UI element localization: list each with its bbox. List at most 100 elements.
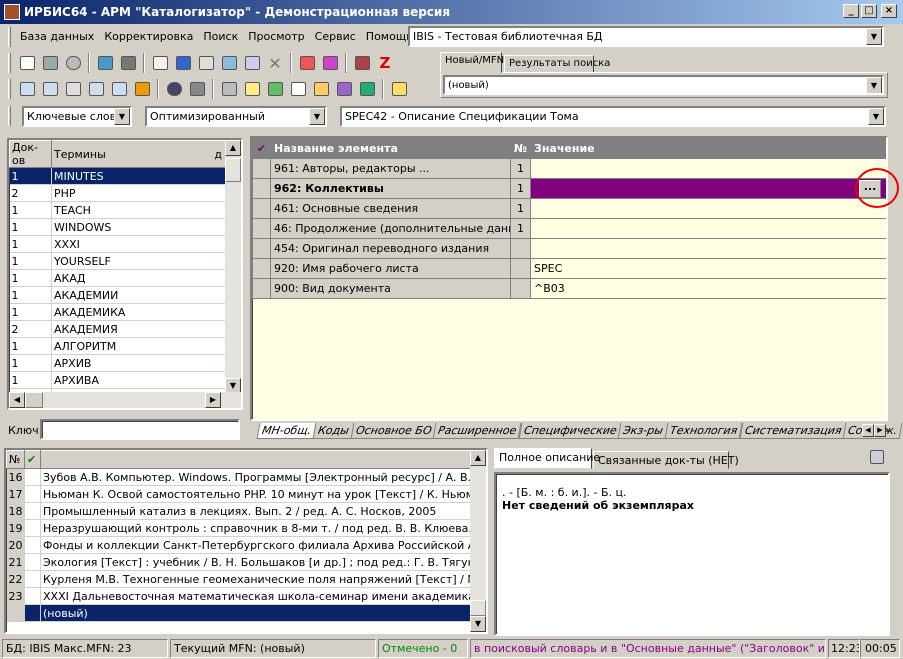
terms-hscroll[interactable]: ◀ ▶ bbox=[9, 392, 241, 408]
hscroll-thumb[interactable] bbox=[25, 392, 43, 408]
element-value[interactable] bbox=[530, 198, 886, 219]
database-select[interactable]: IBIS - Тестовая библиотечная БД ▼ bbox=[408, 26, 884, 47]
record-row[interactable]: 23 XXXI Дальневосточная математическая шк… bbox=[6, 587, 473, 605]
term-row[interactable]: 2 АКАДЕМИЯ bbox=[9, 320, 226, 338]
check-icon[interactable]: ✔ bbox=[252, 138, 271, 159]
tab-new-mfn[interactable]: Новый/MFN bbox=[440, 52, 504, 73]
stats-button[interactable] bbox=[310, 78, 332, 100]
term-row[interactable]: 1 АРХИВ bbox=[9, 354, 226, 372]
term-row[interactable]: 1 АЛГОРИТМ bbox=[9, 337, 226, 355]
chevron-down-icon[interactable]: ▼ bbox=[866, 77, 882, 93]
element-row[interactable]: 46: Продолжение (дополнительные данные) 1 bbox=[252, 218, 886, 239]
prev-record-button[interactable] bbox=[94, 52, 116, 74]
worksheet-tab[interactable]: Экз-ры bbox=[618, 423, 669, 439]
element-row[interactable]: 961: Авторы, редакторы ... 1 bbox=[252, 158, 886, 179]
batch-button[interactable] bbox=[351, 52, 373, 74]
worksheet-tab[interactable]: Основное БО bbox=[350, 423, 437, 439]
record-check[interactable] bbox=[24, 536, 41, 554]
print-button[interactable] bbox=[195, 52, 217, 74]
element-num-header[interactable]: № bbox=[510, 138, 531, 159]
element-value[interactable] bbox=[530, 218, 886, 239]
record-row[interactable]: 21 Экология [Текст] : учебник / В. Н. Бол… bbox=[6, 553, 473, 571]
record-row[interactable]: 17 Ньюман К. Освой самостоятельно PHP. 10… bbox=[6, 485, 473, 503]
chevron-down-icon[interactable]: ▼ bbox=[309, 108, 325, 125]
element-name[interactable]: 920: Имя рабочего листа bbox=[270, 258, 511, 279]
undo-button[interactable] bbox=[62, 52, 84, 74]
record-row[interactable]: 20 Фонды и коллекции Санкт-Петербургского… bbox=[6, 536, 473, 554]
menu-edit[interactable]: Корректировка bbox=[99, 27, 198, 47]
pages-button[interactable] bbox=[186, 78, 208, 100]
import-button[interactable] bbox=[296, 52, 318, 74]
worksheet-tab[interactable]: Расширенное bbox=[433, 423, 523, 439]
terms-term-header[interactable]: Термины д bbox=[51, 140, 226, 168]
record-check[interactable] bbox=[24, 587, 41, 605]
tab-scroll-right-icon[interactable]: ▶ bbox=[874, 424, 886, 437]
records-text-header[interactable] bbox=[40, 450, 473, 469]
worksheet-select[interactable]: SPEC42 - Описание Спецификации Тома ▼ bbox=[340, 106, 886, 127]
term-row[interactable]: 2 PHP bbox=[9, 184, 226, 202]
docs-button[interactable] bbox=[287, 78, 309, 100]
element-row[interactable]: 920: Имя рабочего листа SPEC bbox=[252, 258, 886, 279]
menu-search[interactable]: Поиск bbox=[198, 27, 243, 47]
element-value-header[interactable]: Значение bbox=[530, 138, 886, 159]
term-row[interactable]: 1 XXXI bbox=[9, 235, 226, 253]
records-num-header[interactable]: № bbox=[6, 450, 25, 469]
tab-scroll-left-icon[interactable]: ◀ bbox=[862, 424, 874, 437]
record-row[interactable]: 18 Промышленный катализ в лекциях. Вып. 2… bbox=[6, 502, 473, 520]
element-row[interactable]: 461: Основные сведения 1 bbox=[252, 198, 886, 219]
pin-icon[interactable]: д bbox=[214, 148, 225, 161]
list-button[interactable] bbox=[218, 52, 240, 74]
element-name[interactable]: 454: Оригинал переводного издания bbox=[270, 238, 511, 259]
tool-e-button[interactable] bbox=[108, 78, 130, 100]
worksheet-tab[interactable]: Коды bbox=[312, 423, 355, 439]
term-row[interactable]: 1 MINUTES bbox=[9, 167, 226, 185]
element-name[interactable]: 900: Вид документа bbox=[270, 278, 511, 299]
element-name[interactable]: 961: Авторы, редакторы ... bbox=[270, 158, 511, 179]
element-name[interactable]: 461: Основные сведения bbox=[270, 198, 511, 219]
copy-button[interactable] bbox=[149, 52, 171, 74]
chevron-down-icon[interactable]: ▼ bbox=[868, 108, 884, 125]
worksheet-tab[interactable]: Технология bbox=[664, 423, 743, 439]
element-name[interactable]: 962: Коллективы bbox=[270, 178, 511, 199]
record-check[interactable] bbox=[24, 570, 41, 588]
chevron-down-icon[interactable]: ▼ bbox=[114, 108, 130, 125]
terms-vscroll[interactable]: ▲ ▼ bbox=[225, 140, 241, 394]
table-button[interactable] bbox=[172, 52, 194, 74]
scroll-thumb[interactable] bbox=[470, 600, 486, 616]
view-button[interactable] bbox=[163, 78, 185, 100]
element-value[interactable] bbox=[530, 178, 886, 199]
records-vscroll[interactable]: ▲ ▼ bbox=[470, 450, 486, 632]
maximize-button[interactable]: □ bbox=[861, 4, 877, 18]
scroll-down-icon[interactable]: ▼ bbox=[470, 616, 486, 632]
record-check[interactable] bbox=[24, 468, 41, 486]
print-preview-button[interactable] bbox=[218, 78, 240, 100]
menu-view[interactable]: Просмотр bbox=[243, 27, 309, 47]
element-name-header[interactable]: Название элемента bbox=[270, 138, 511, 159]
term-row[interactable]: 1 АРХИВА bbox=[9, 371, 226, 389]
scroll-up-icon[interactable]: ▲ bbox=[225, 140, 241, 156]
record-check[interactable] bbox=[24, 502, 41, 520]
go-button[interactable] bbox=[264, 78, 286, 100]
element-value[interactable]: SPEC bbox=[530, 258, 886, 279]
search-mode-select[interactable]: Оптимизированный ▼ bbox=[145, 106, 327, 127]
print-list-button[interactable] bbox=[241, 78, 263, 100]
term-row[interactable]: 1 АКАД bbox=[9, 269, 226, 287]
element-name[interactable]: 46: Продолжение (дополнительные данные) bbox=[270, 218, 511, 239]
close-button[interactable]: × bbox=[881, 4, 897, 18]
new-record-button[interactable] bbox=[16, 52, 38, 74]
scroll-right-icon[interactable]: ▶ bbox=[205, 392, 221, 408]
element-value[interactable] bbox=[530, 158, 886, 179]
scroll-thumb[interactable] bbox=[225, 158, 241, 182]
help-button[interactable] bbox=[388, 78, 410, 100]
export-button[interactable] bbox=[319, 52, 341, 74]
term-row[interactable]: 1 АКАДЕМИИ bbox=[9, 286, 226, 304]
key-input[interactable] bbox=[40, 419, 240, 440]
dictionary-select[interactable]: Ключевые слова ▼ bbox=[22, 106, 132, 127]
chevron-down-icon[interactable]: ▼ bbox=[866, 28, 882, 45]
tab-full-description[interactable]: Полное описание bbox=[494, 448, 600, 469]
term-row[interactable]: 1 WINDOWS bbox=[9, 218, 226, 236]
scroll-left-icon[interactable]: ◀ bbox=[9, 392, 25, 408]
menu-database[interactable]: База данных bbox=[15, 27, 99, 47]
tab-search-results[interactable]: Результаты поиска bbox=[504, 55, 610, 73]
check-icon[interactable]: ✔ bbox=[24, 450, 41, 469]
